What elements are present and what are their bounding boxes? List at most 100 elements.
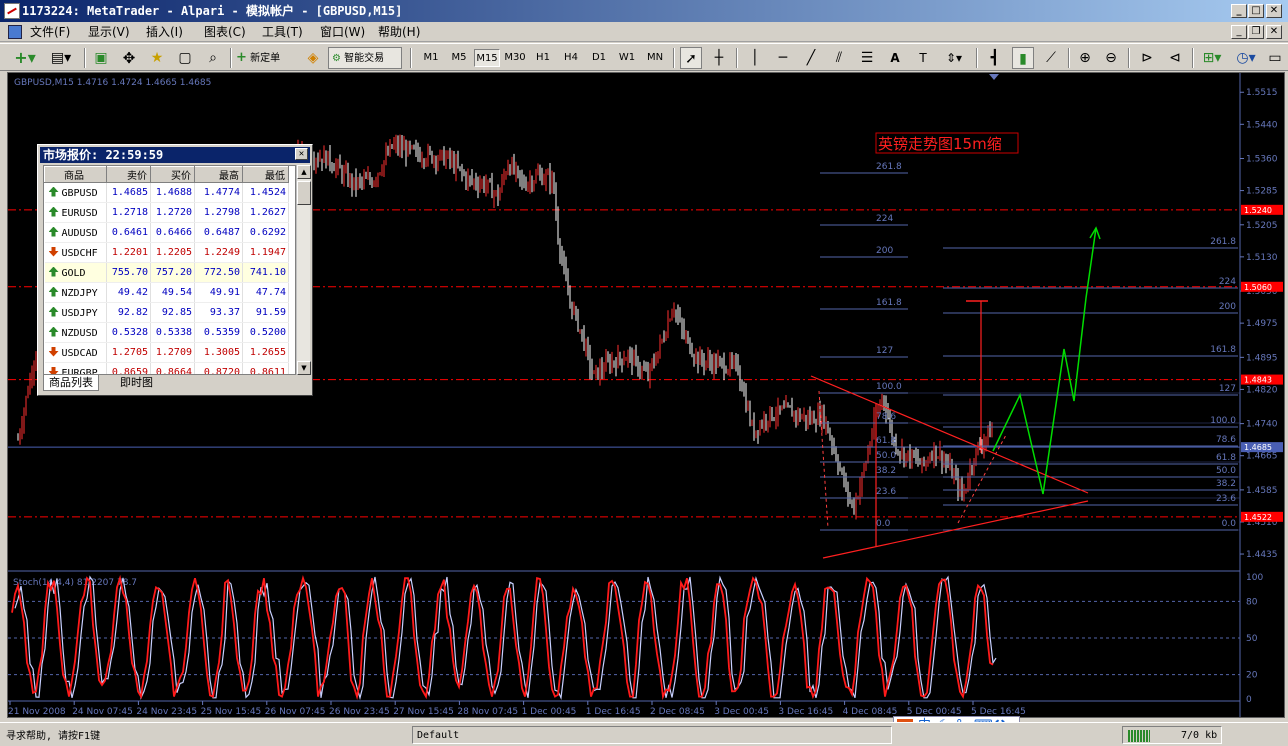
table-row[interactable]: USDJPY 92.82 92.85 93.37 91.59 xyxy=(44,302,289,323)
doc-minimize-button[interactable]: _ xyxy=(1231,25,1247,39)
minimize-button[interactable]: _ xyxy=(1231,4,1247,18)
symbol-cell[interactable]: NZDUSD xyxy=(44,322,107,343)
scroll-down-icon[interactable]: ▼ xyxy=(297,361,311,375)
table-row[interactable]: EURGBP 0.8659 0.8664 0.8720 0.8611 xyxy=(44,362,289,374)
metaeditor-icon[interactable]: ◈ xyxy=(302,47,324,69)
market-watch-scrollbar[interactable]: ▲ ▼ xyxy=(296,165,311,375)
menu-insert[interactable]: 插入(I) xyxy=(146,24,183,40)
close-button[interactable]: ✕ xyxy=(1266,4,1282,18)
symbol-cell[interactable]: NZDJPY xyxy=(44,282,107,303)
column-header[interactable]: 最高 xyxy=(194,166,243,183)
expert-advisors-button[interactable]: ⚙ 智能交易 xyxy=(328,47,402,69)
stoch-tick-label: 80 xyxy=(1246,597,1258,607)
symbol-cell[interactable]: EURUSD xyxy=(44,202,107,223)
low-cell: 47.74 xyxy=(242,282,289,303)
horizontal-line-icon[interactable]: ─ xyxy=(772,47,794,69)
doc-restore-button[interactable]: ❐ xyxy=(1248,25,1264,39)
maximize-button[interactable]: □ xyxy=(1248,4,1264,18)
market-watch-icon[interactable]: ▣ xyxy=(90,47,112,69)
ask-cell: 1.2720 xyxy=(150,202,195,223)
tf-m15[interactable]: M15 xyxy=(474,49,500,67)
zoom-in-icon[interactable]: ⊕ xyxy=(1074,47,1096,69)
chart-shift-icon[interactable]: ⊲ xyxy=(1164,47,1186,69)
table-row[interactable]: NZDJPY 49.42 49.54 49.91 47.74 xyxy=(44,282,289,303)
tf-h1[interactable]: H1 xyxy=(530,49,556,67)
tester-icon[interactable]: ⌕ xyxy=(202,47,224,69)
table-row[interactable]: EURUSD 1.2718 1.2720 1.2798 1.2627 xyxy=(44,202,289,223)
column-header[interactable]: 买价 xyxy=(150,166,195,183)
bar-chart-icon[interactable]: ┫ xyxy=(984,47,1006,69)
tf-d1[interactable]: D1 xyxy=(586,49,612,67)
new-chart-icon[interactable]: +▾ xyxy=(10,47,40,69)
scroll-up-icon[interactable]: ▲ xyxy=(297,165,311,179)
vertical-line-icon[interactable]: │ xyxy=(744,47,766,69)
new-order-button[interactable]: + 新定单 xyxy=(236,47,298,69)
symbol-cell[interactable]: AUDUSD xyxy=(44,222,107,243)
column-header[interactable]: 最低 xyxy=(242,166,289,183)
forecast-line xyxy=(992,227,1097,495)
symbol-cell[interactable]: USDCAD xyxy=(44,342,107,363)
line-chart-icon[interactable]: ⟋ xyxy=(1040,47,1062,69)
equidistant-channel-icon[interactable]: ⫽ xyxy=(828,47,850,69)
market-watch-close-icon[interactable]: ✕ xyxy=(295,148,308,160)
price-tick-label: 1.5205 xyxy=(1246,221,1278,231)
fib-left-label: 0.0 xyxy=(876,519,891,529)
tf-m5[interactable]: M5 xyxy=(446,49,472,67)
symbol-cell[interactable]: USDJPY xyxy=(44,302,107,323)
symbol-cell[interactable]: EURGBP xyxy=(44,362,107,374)
templates-icon[interactable]: ▭ xyxy=(1264,47,1286,69)
scroll-thumb[interactable] xyxy=(297,181,311,205)
fibonacci-icon[interactable]: ☰ xyxy=(856,47,878,69)
menu-help[interactable]: 帮助(H) xyxy=(378,24,420,40)
terminal-icon[interactable]: ▢ xyxy=(174,47,196,69)
market-watch-title-bar[interactable]: 市场报价: 22:59:59 ✕ xyxy=(40,147,310,163)
profiles-icon[interactable]: ▤▾ xyxy=(46,47,76,69)
table-row[interactable]: AUDUSD 0.6461 0.6466 0.6487 0.6292 xyxy=(44,222,289,243)
menu-file[interactable]: 文件(F) xyxy=(30,24,70,40)
fib-right-label: 50.0 xyxy=(1216,466,1236,476)
tab-tick-chart[interactable]: 即时图 xyxy=(115,375,158,391)
chart-annotation: 英镑走势图15m缩 xyxy=(878,135,1002,153)
triangle-upper-line xyxy=(810,375,1089,494)
column-header[interactable]: 商品 xyxy=(44,166,107,183)
tf-mn[interactable]: MN xyxy=(642,49,668,67)
table-row[interactable]: USDCAD 1.2705 1.2709 1.3005 1.2655 xyxy=(44,342,289,363)
symbol-cell[interactable]: GOLD xyxy=(44,262,107,283)
cursor-icon[interactable]: ➚ xyxy=(680,47,702,69)
high-cell: 49.91 xyxy=(194,282,243,303)
navigator-icon[interactable]: ★ xyxy=(146,47,168,69)
tf-h4[interactable]: H4 xyxy=(558,49,584,67)
arrows-icon[interactable]: ⇕▾ xyxy=(940,47,968,69)
symbol-name: AUDUSD xyxy=(61,227,98,239)
zoom-out-icon[interactable]: ⊖ xyxy=(1100,47,1122,69)
document-icon[interactable] xyxy=(8,25,22,39)
data-window-icon[interactable]: ✥ xyxy=(118,47,140,69)
indicators-icon[interactable]: ⊞▾ xyxy=(1198,47,1226,69)
trendline-icon[interactable]: ╱ xyxy=(800,47,822,69)
symbol-cell[interactable]: GBPUSD xyxy=(44,182,107,203)
crosshair-icon[interactable]: ┼ xyxy=(708,47,730,69)
periods-icon[interactable]: ◷▾ xyxy=(1232,47,1260,69)
arrow-up-icon xyxy=(48,306,59,317)
high-cell: 1.4774 xyxy=(194,182,243,203)
text-label-icon[interactable]: T xyxy=(912,47,934,69)
menu-window[interactable]: 窗口(W) xyxy=(320,24,365,40)
menu-charts[interactable]: 图表(C) xyxy=(204,24,246,40)
table-row[interactable]: GOLD 755.70 757.20 772.50 741.10 xyxy=(44,262,289,283)
table-row[interactable]: NZDUSD 0.5328 0.5338 0.5359 0.5200 xyxy=(44,322,289,343)
tf-m30[interactable]: M30 xyxy=(502,49,528,67)
text-icon[interactable]: A xyxy=(884,47,906,69)
tab-symbols[interactable]: 商品列表 xyxy=(43,375,99,391)
tf-m1[interactable]: M1 xyxy=(418,49,444,67)
autoscroll-icon[interactable]: ⊳ xyxy=(1136,47,1158,69)
doc-close-button[interactable]: ✕ xyxy=(1266,25,1282,39)
symbol-cell[interactable]: USDCHF xyxy=(44,242,107,263)
menu-tools[interactable]: 工具(T) xyxy=(262,24,303,40)
market-watch-window: 市场报价: 22:59:59 ✕ 商品 卖价 买价 最高 最低 GBPUSD 1.4685… xyxy=(37,144,313,396)
column-header[interactable]: 卖价 xyxy=(106,166,151,183)
menu-view[interactable]: 显示(V) xyxy=(88,24,130,40)
table-row[interactable]: USDCHF 1.2201 1.2205 1.2249 1.1947 xyxy=(44,242,289,263)
candlestick-icon[interactable]: ▮ xyxy=(1012,47,1034,69)
table-row[interactable]: GBPUSD 1.4685 1.4688 1.4774 1.4524 xyxy=(44,182,289,203)
tf-w1[interactable]: W1 xyxy=(614,49,640,67)
